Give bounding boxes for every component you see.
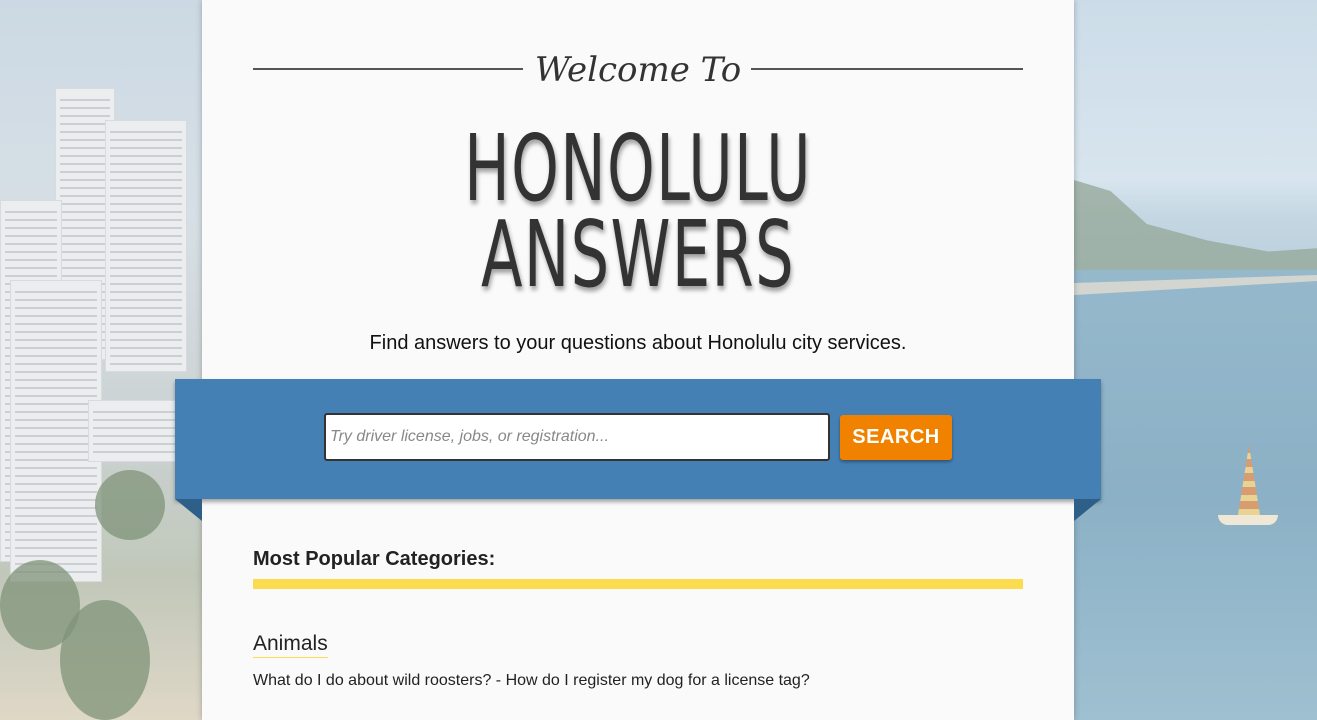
categories-heading: Most Popular Categories:: [253, 548, 496, 570]
welcome-row: Welcome To: [253, 50, 1023, 90]
divider-right: [751, 68, 1023, 70]
ribbon-fold-right: [1074, 499, 1101, 521]
category-link-animals[interactable]: Animals: [253, 632, 328, 658]
question-link[interactable]: What do I do about wild roosters?: [253, 672, 491, 689]
category-questions: What do I do about wild roosters? - How …: [253, 672, 810, 690]
ribbon-fold-left: [175, 499, 202, 521]
hero: Welcome To HONOLULU ANSWERS Find answers…: [202, 0, 1074, 360]
question-separator: -: [491, 672, 506, 689]
categories-accent-bar: [253, 579, 1023, 589]
tagline: Find answers to your questions about Hon…: [369, 332, 907, 354]
search-button[interactable]: SEARCH: [840, 415, 952, 460]
search-input[interactable]: [324, 413, 830, 461]
question-link[interactable]: How do I register my dog for a license t…: [506, 672, 810, 689]
site-title: HONOLULU ANSWERS: [350, 115, 926, 308]
site-title-line2: ANSWERS: [481, 201, 795, 308]
welcome-text: Welcome To: [534, 50, 742, 90]
site-title-line1: HONOLULU: [464, 115, 812, 222]
